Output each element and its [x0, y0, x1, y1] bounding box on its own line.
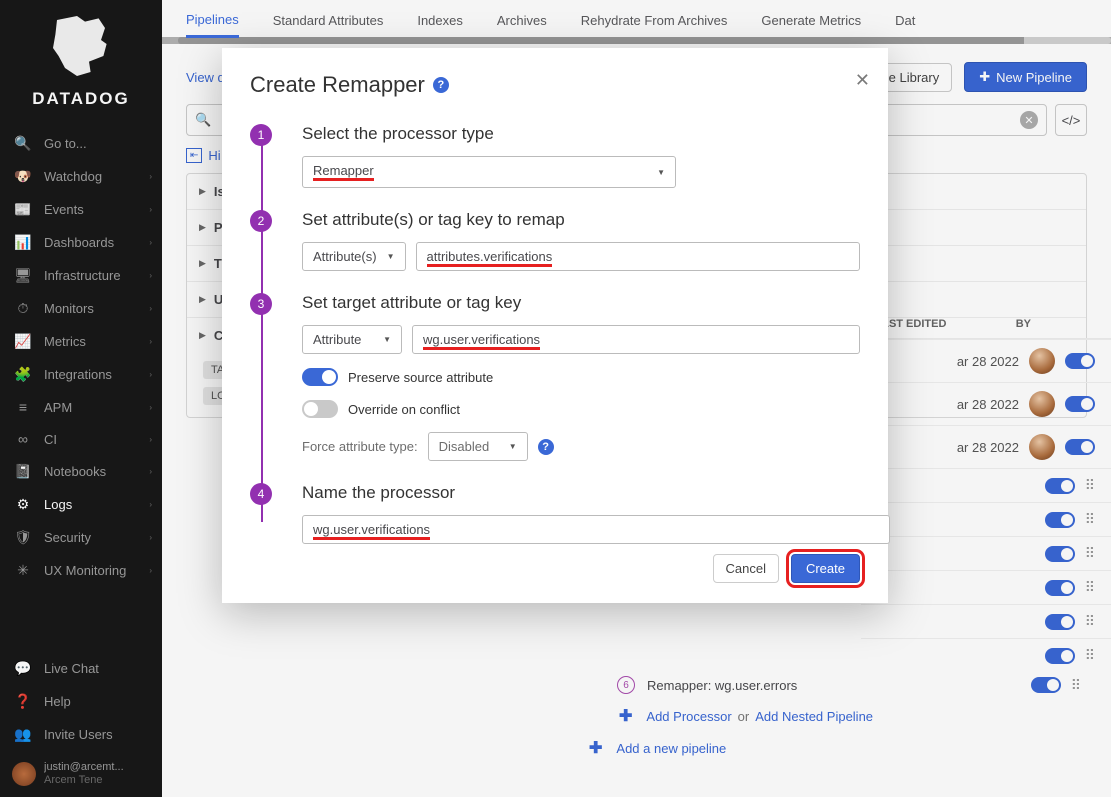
chevron-down-icon: ▼: [387, 252, 395, 261]
modal-title: Create Remapper ?: [250, 72, 860, 98]
step-1: 1 Select the processor type Remapper ▼: [250, 124, 860, 188]
processor-name-input[interactable]: wg.user.verifications: [302, 515, 890, 544]
processor-type-select[interactable]: Remapper ▼: [302, 156, 676, 188]
steps-container: 1 Select the processor type Remapper ▼ 2…: [250, 124, 860, 544]
source-attributes-input[interactable]: attributes.verifications: [416, 242, 861, 271]
force-type-select[interactable]: Disabled ▼: [428, 432, 528, 461]
override-conflict-toggle[interactable]: [302, 400, 338, 418]
target-type-select[interactable]: Attribute ▼: [302, 325, 402, 354]
create-remapper-modal: Create Remapper ? ✕ 1 Select the process…: [222, 48, 888, 603]
chevron-down-icon: ▼: [509, 442, 517, 451]
force-type-label: Force attribute type:: [302, 439, 418, 454]
cancel-button[interactable]: Cancel: [713, 554, 779, 583]
step-4: 4 Name the processor wg.user.verificatio…: [250, 483, 860, 544]
override-label: Override on conflict: [348, 402, 460, 417]
step-number-badge: 1: [250, 124, 272, 146]
step-2: 2 Set attribute(s) or tag key to remap A…: [250, 210, 860, 271]
preserve-label: Preserve source attribute: [348, 370, 493, 385]
step-number-badge: 2: [250, 210, 272, 232]
target-attribute-input[interactable]: wg.user.verifications: [412, 325, 860, 354]
step-4-title: Name the processor: [302, 483, 860, 503]
step-3: 3 Set target attribute or tag key Attrib…: [250, 293, 860, 461]
help-icon[interactable]: ?: [538, 439, 554, 455]
source-type-select[interactable]: Attribute(s) ▼: [302, 242, 406, 271]
step-1-title: Select the processor type: [302, 124, 860, 144]
help-icon[interactable]: ?: [433, 77, 449, 93]
preserve-source-toggle[interactable]: [302, 368, 338, 386]
step-number-badge: 3: [250, 293, 272, 315]
chevron-down-icon: ▼: [383, 335, 391, 344]
chevron-down-icon: ▼: [657, 168, 665, 177]
modal-footer: Cancel Create: [250, 554, 860, 583]
step-2-title: Set attribute(s) or tag key to remap: [302, 210, 860, 230]
step-3-title: Set target attribute or tag key: [302, 293, 860, 313]
close-icon[interactable]: ✕: [855, 70, 870, 91]
create-button[interactable]: Create: [791, 554, 860, 583]
step-number-badge: 4: [250, 483, 272, 505]
tab-pipelines[interactable]: Pipelines: [186, 0, 239, 38]
